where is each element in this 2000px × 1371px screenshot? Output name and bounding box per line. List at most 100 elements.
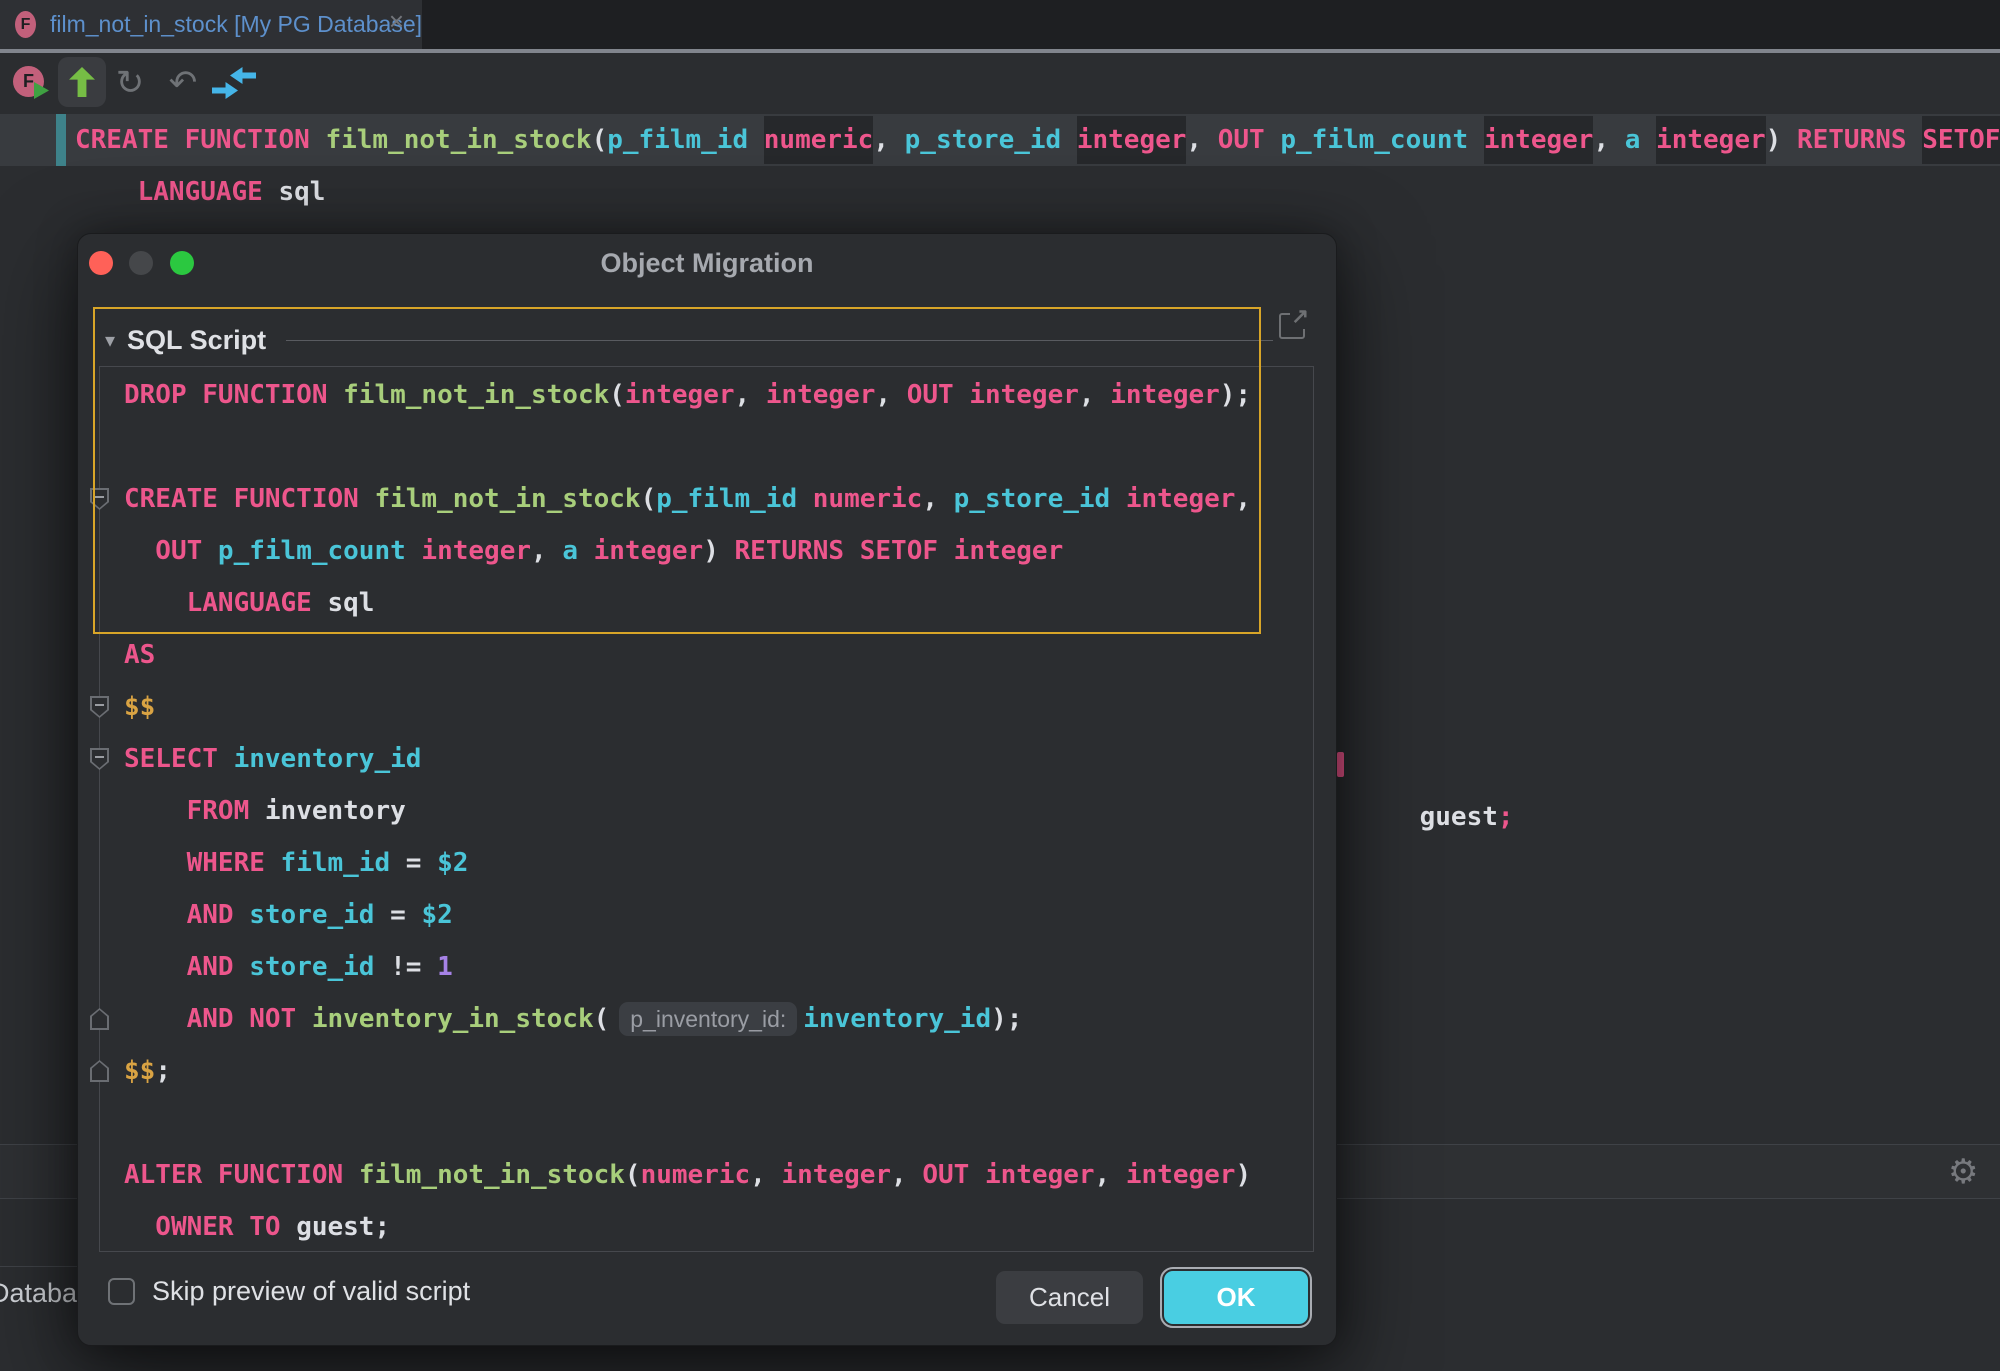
open-in-new-window-icon[interactable]: ↗ xyxy=(1279,313,1305,339)
code-token: integer xyxy=(594,536,704,566)
tab-film-not-in-stock[interactable]: F film_not_in_stock [My PG Database] × xyxy=(0,0,422,49)
fold-expanded-icon[interactable] xyxy=(90,748,109,770)
chevron-down-icon[interactable]: ▾ xyxy=(105,328,115,353)
code-token: OUT integer xyxy=(922,1160,1094,1190)
code-token: , xyxy=(750,1160,781,1190)
undo-icon: ↶ xyxy=(169,63,198,103)
submit-changes-button[interactable] xyxy=(58,57,106,107)
compare-merge-button[interactable] xyxy=(212,67,256,99)
code-token: , xyxy=(922,484,953,514)
code-token: ( xyxy=(609,380,625,410)
code-token: integer xyxy=(421,536,531,566)
code-token: ( xyxy=(594,1004,610,1034)
code-token: store_id xyxy=(249,900,374,930)
code-line: $$ xyxy=(100,681,1313,733)
code-token: != xyxy=(374,952,437,982)
refresh-icon: ↻ xyxy=(116,63,145,103)
code-token: guest xyxy=(296,1212,374,1242)
fold-collapsed-icon[interactable] xyxy=(90,1060,109,1082)
code-token: ); xyxy=(1220,380,1251,410)
code-token: AS xyxy=(124,640,155,670)
code-token: p_film_count xyxy=(1280,125,1484,155)
code-token: SELECT xyxy=(124,744,234,774)
fold-expanded-icon[interactable] xyxy=(90,696,109,718)
editor-current-line[interactable]: CREATE FUNCTION film_not_in_stock(p_film… xyxy=(0,114,2000,166)
code-line: AND store_id = $2 xyxy=(100,889,1313,941)
code-line: OUT p_film_count integer, a integer) RET… xyxy=(100,525,1313,577)
code-token: film_not_in_stock xyxy=(359,1160,625,1190)
code-token: ); xyxy=(991,1004,1022,1034)
code-line: DROP FUNCTION film_not_in_stock(integer,… xyxy=(100,369,1313,421)
editor-line-2[interactable]: LANGUAGE sql xyxy=(0,166,2000,218)
code-line: CREATE FUNCTION film_not_in_stock(p_film… xyxy=(100,473,1313,525)
function-icon-letter: F xyxy=(21,16,31,34)
code-token: integer xyxy=(1110,380,1220,410)
refresh-button[interactable]: ↻ xyxy=(108,53,152,113)
run-function-letter: F xyxy=(23,71,34,92)
ide-window: F film_not_in_stock [My PG Database] × F… xyxy=(0,0,2000,1371)
undo-button[interactable]: ↶ xyxy=(161,53,205,113)
code-token: film_id xyxy=(281,848,391,878)
code-line: SELECT inventory_id xyxy=(100,733,1313,785)
sql-script-label: SQL Script xyxy=(127,325,266,356)
gutter-change-marker xyxy=(56,114,66,166)
code-token: SETOF xyxy=(1922,116,2000,164)
code-token: , xyxy=(735,380,766,410)
cancel-button[interactable]: Cancel xyxy=(996,1271,1143,1324)
code-token: $$ xyxy=(124,1056,155,1086)
code-token: ; xyxy=(374,1212,390,1242)
code-token: , xyxy=(875,380,906,410)
code-token: integer xyxy=(1656,116,1766,164)
play-overlay-icon xyxy=(34,82,49,99)
panel-separator-left xyxy=(0,1266,77,1267)
code-token: a xyxy=(1625,125,1656,155)
code-token: p_film_id xyxy=(656,484,813,514)
arrow-left-icon xyxy=(230,67,256,84)
fold-expanded-icon[interactable] xyxy=(90,488,109,510)
code-token: p_film_id xyxy=(607,125,764,155)
skip-preview-label: Skip preview of valid script xyxy=(152,1276,470,1307)
code-token: OUT xyxy=(124,536,218,566)
code-token: , xyxy=(891,1160,922,1190)
guest-word: guest xyxy=(1420,802,1498,832)
upload-arrow-icon xyxy=(69,67,95,97)
skip-preview-checkbox[interactable] xyxy=(108,1278,135,1305)
gear-icon[interactable]: ⚙ xyxy=(1948,1152,1978,1192)
sql-script-editor[interactable]: DROP FUNCTION film_not_in_stock(integer,… xyxy=(99,366,1314,1252)
editor-code-line-1: CREATE FUNCTION film_not_in_stock(p_film… xyxy=(75,114,2000,166)
code-token: RETURNS SETOF integer xyxy=(735,536,1064,566)
code-token: ( xyxy=(625,1160,641,1190)
arrow-right-icon xyxy=(212,82,238,99)
code-line: $$; xyxy=(100,1045,1313,1097)
code-token: CREATE FUNCTION xyxy=(124,484,374,514)
code-token: $2 xyxy=(421,900,452,930)
code-token: AND xyxy=(124,952,249,982)
code-token: integer xyxy=(1077,116,1187,164)
code-token: p_film_count xyxy=(218,536,422,566)
skip-preview-row: Skip preview of valid script xyxy=(108,1276,470,1307)
object-migration-dialog: Object Migration ▾ SQL Script ↗ DROP FUN… xyxy=(77,233,1337,1346)
code-token: numeric xyxy=(813,484,923,514)
tab-title: film_not_in_stock [My PG Database] xyxy=(50,11,422,38)
code-token: film_not_in_stock xyxy=(325,125,591,155)
code-line: OWNER TO guest; xyxy=(100,1201,1313,1253)
code-token: = xyxy=(390,848,437,878)
sql-script-section-header[interactable]: ▾ SQL Script xyxy=(105,324,1273,356)
code-token: inventory_id xyxy=(234,744,422,774)
run-function-icon[interactable]: F xyxy=(13,66,44,97)
fold-collapsed-icon[interactable] xyxy=(90,1008,109,1030)
code-token: , xyxy=(531,536,562,566)
code-line: WHERE film_id = $2 xyxy=(100,837,1313,889)
code-token: ALTER FUNCTION xyxy=(124,1160,359,1190)
ok-button[interactable]: OK xyxy=(1164,1271,1308,1324)
close-tab-icon[interactable]: × xyxy=(389,8,404,34)
code-token: ) xyxy=(703,536,734,566)
code-token: a xyxy=(562,536,593,566)
external-arrow-glyph: ↗ xyxy=(1290,304,1310,329)
code-line: LANGUAGE sql xyxy=(100,577,1313,629)
function-icon: F xyxy=(15,11,36,38)
code-token: inventory xyxy=(265,796,406,826)
code-token: integer xyxy=(781,1160,891,1190)
code-line: ALTER FUNCTION film_not_in_stock(numeric… xyxy=(100,1149,1313,1201)
code-token: sql xyxy=(328,588,375,618)
